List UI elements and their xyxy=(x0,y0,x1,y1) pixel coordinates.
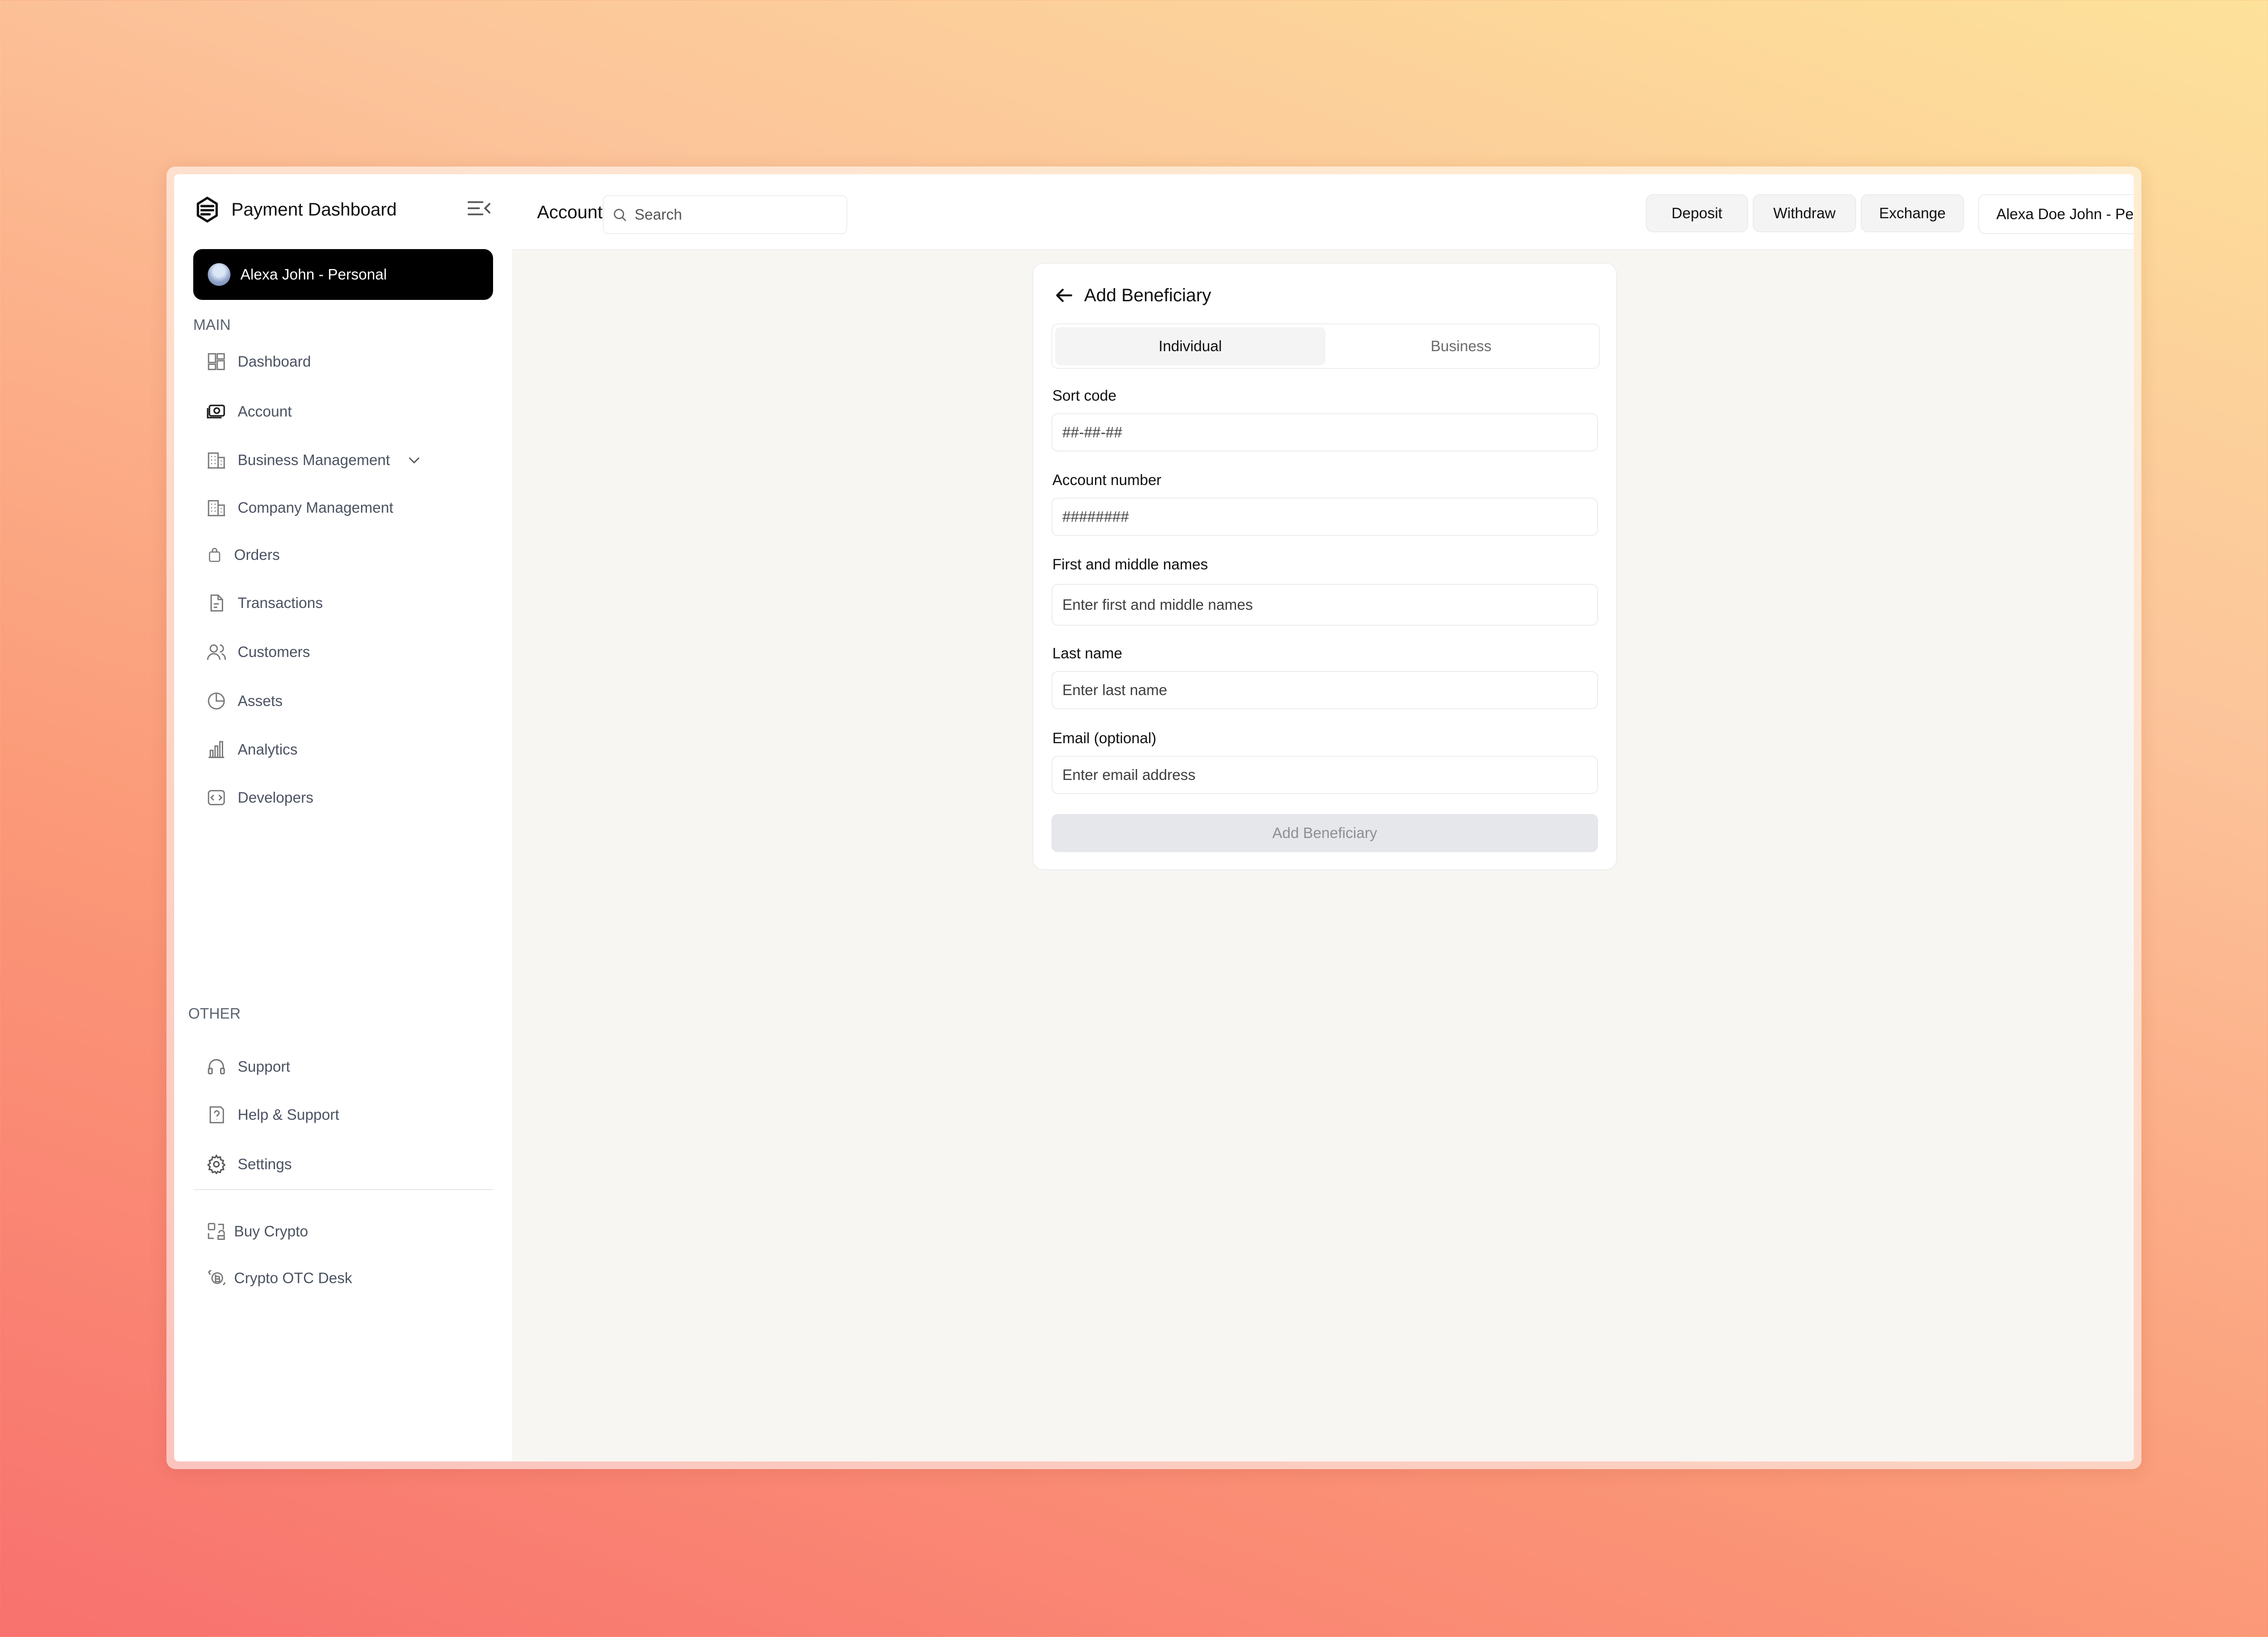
sidebar-item-label: Help & Support xyxy=(238,1106,339,1123)
last-name-label: Last name xyxy=(1052,645,1123,662)
sidebar-item-dashboard[interactable]: Dashboard xyxy=(206,346,311,377)
first-names-label: First and middle names xyxy=(1052,556,1208,573)
exchange-button[interactable]: Exchange xyxy=(1861,194,1964,232)
search-icon xyxy=(614,209,626,221)
otc-icon xyxy=(208,1269,226,1286)
code-icon xyxy=(208,790,225,805)
gear-icon xyxy=(207,1154,226,1175)
sidebar-item-label: Business Management xyxy=(238,451,390,468)
brand-title: Payment Dashboard xyxy=(231,199,397,220)
sidebar-item-label: Buy Crypto xyxy=(234,1223,308,1240)
sidebar-item-label: Customers xyxy=(238,643,310,660)
sidebar-item-label: Assets xyxy=(238,692,283,709)
sidebar-divider xyxy=(193,1189,493,1190)
sidebar-item-customers[interactable]: Customers xyxy=(206,636,310,668)
bag-icon xyxy=(209,548,220,562)
tab-business[interactable]: Business xyxy=(1326,327,1596,365)
tab-individual[interactable]: Individual xyxy=(1055,327,1325,365)
section-label-other: OTHER xyxy=(188,1005,241,1022)
search-input[interactable] xyxy=(634,206,835,224)
add-beneficiary-card: Add Beneficiary Individual Business Sort… xyxy=(1032,263,1617,870)
main-content: Accounts Deposit Withdraw Exchange Alexa… xyxy=(512,174,2134,1461)
topbar: Accounts Deposit Withdraw Exchange Alexa… xyxy=(512,174,2134,250)
bar-chart-icon xyxy=(208,741,225,758)
document-icon xyxy=(210,594,223,612)
sidebar-item-label: Developers xyxy=(238,789,313,806)
card-header: Add Beneficiary xyxy=(1052,282,1211,309)
sidebar-item-crypto-otc-desk[interactable]: Crypto OTC Desk xyxy=(206,1262,352,1294)
deposit-button[interactable]: Deposit xyxy=(1646,194,1748,232)
withdraw-button[interactable]: Withdraw xyxy=(1753,194,1856,232)
account-icon xyxy=(207,404,225,419)
sidebar-item-assets[interactable]: Assets xyxy=(206,685,283,717)
sidebar-item-label: Crypto OTC Desk xyxy=(234,1269,352,1286)
sidebar-item-label: Dashboard xyxy=(238,353,311,370)
sidebar-item-label: Settings xyxy=(238,1156,292,1172)
chevron-down-icon[interactable] xyxy=(406,452,422,468)
account-switcher[interactable]: Alexa John - Personal xyxy=(193,249,493,300)
account-number-label: Account number xyxy=(1052,471,1162,488)
sidebar-item-analytics[interactable]: Analytics xyxy=(206,734,298,765)
window-frame: Payment Dashboard Alexa John - Personal … xyxy=(166,167,2141,1469)
beneficiary-type-tabs: Individual Business xyxy=(1051,323,1600,369)
building-icon xyxy=(207,452,225,469)
avatar xyxy=(208,263,230,286)
sidebar-item-buy-crypto[interactable]: Buy Crypto xyxy=(206,1215,308,1247)
sidebar-item-label: Analytics xyxy=(238,741,298,758)
card-title: Add Beneficiary xyxy=(1084,285,1212,305)
account-switcher-label: Alexa John - Personal xyxy=(240,266,387,283)
logo-icon xyxy=(196,196,218,223)
sidebar-item-developers[interactable]: Developers xyxy=(206,782,313,814)
sidebar-item-label: Company Management xyxy=(238,499,394,516)
sidebar-item-label: Support xyxy=(238,1058,290,1075)
sidebar-item-label: Account xyxy=(238,403,292,420)
last-name-field[interactable] xyxy=(1051,671,1598,709)
search-box[interactable] xyxy=(603,195,847,234)
crypto-icon xyxy=(208,1223,225,1240)
email-field[interactable] xyxy=(1051,756,1598,794)
sidebar-collapse-icon[interactable] xyxy=(467,199,491,217)
sidebar-item-settings[interactable]: Settings xyxy=(206,1148,292,1180)
pie-icon xyxy=(208,692,225,710)
sidebar-item-account[interactable]: Account xyxy=(206,396,292,427)
profile-select[interactable]: Alexa Doe John - Personal xyxy=(1978,194,2134,234)
sidebar-item-label: Transactions xyxy=(238,594,323,611)
sidebar-item-label: Orders xyxy=(234,546,280,563)
sidebar-item-transactions[interactable]: Transactions xyxy=(206,587,323,619)
help-icon xyxy=(210,1106,224,1123)
section-label-main: MAIN xyxy=(193,316,231,333)
brand[interactable]: Payment Dashboard xyxy=(193,193,397,226)
sidebar-item-company-management[interactable]: Company Management xyxy=(206,492,393,524)
add-beneficiary-button[interactable]: Add Beneficiary xyxy=(1051,814,1598,852)
account-number-field[interactable] xyxy=(1051,498,1598,536)
sidebar-item-help-support[interactable]: Help & Support xyxy=(206,1099,339,1131)
page-title: Accounts xyxy=(537,202,612,222)
sidebar: Payment Dashboard Alexa John - Personal … xyxy=(174,174,512,1461)
back-arrow-icon[interactable] xyxy=(1052,284,1075,307)
sort-code-label: Sort code xyxy=(1052,387,1117,404)
sort-code-field[interactable] xyxy=(1051,413,1598,451)
app-window: Payment Dashboard Alexa John - Personal … xyxy=(174,174,2134,1461)
dashboard-icon xyxy=(208,353,225,370)
email-label: Email (optional) xyxy=(1052,730,1157,746)
profile-select-label: Alexa Doe John - Personal xyxy=(1996,206,2134,222)
users-icon xyxy=(207,644,226,660)
headset-icon xyxy=(208,1059,225,1074)
sidebar-item-orders[interactable]: Orders xyxy=(206,539,280,571)
sidebar-item-support[interactable]: Support xyxy=(206,1051,290,1083)
building-icon xyxy=(207,500,225,516)
sidebar-item-business-management[interactable]: Business Management xyxy=(206,444,422,476)
first-names-field[interactable] xyxy=(1051,584,1598,626)
